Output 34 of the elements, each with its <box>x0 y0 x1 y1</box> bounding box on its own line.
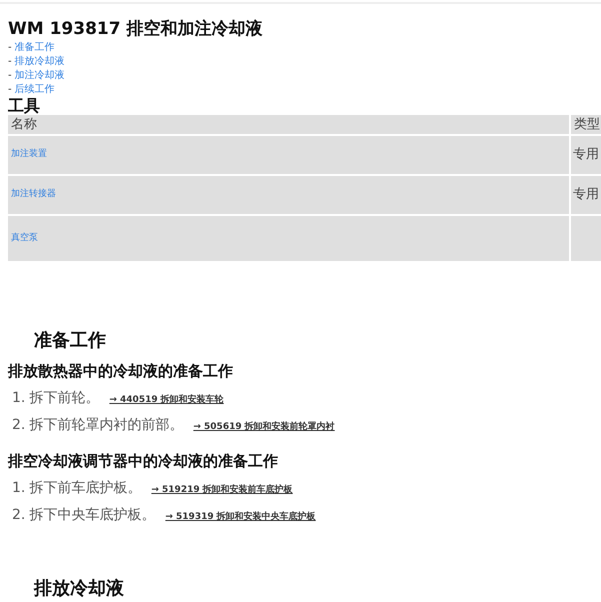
bullet-dash: - <box>8 41 12 55</box>
section-heading: 准备工作 <box>33 329 107 353</box>
tool-link[interactable]: 真空泵 <box>11 232 38 246</box>
tool-link[interactable]: 加注转接器 <box>11 188 56 202</box>
step-number: 2. <box>12 506 26 525</box>
table-cell: 专用 <box>571 176 601 214</box>
step-text: 拆下前轮罩内衬的前部。 <box>29 416 184 435</box>
step-text: 拆下前车底护板。 <box>29 479 142 498</box>
subsection-heading: 排空冷却液调节器中的冷却液的准备工作 <box>8 451 279 471</box>
bullet-dash: - <box>8 69 12 83</box>
section-heading: 工具 <box>8 97 41 115</box>
step-number: 1. <box>12 479 26 498</box>
step-number: 2. <box>12 416 26 435</box>
reference-link[interactable]: → 505619 拆卸和安装前轮罩内衬 <box>193 414 335 441</box>
bullet-dash: - <box>8 83 12 97</box>
toc-link[interactable]: 准备工作 <box>14 41 55 55</box>
page-title: WM 193817 排空和加注冷却液 <box>8 18 264 40</box>
bullet-dash: - <box>8 55 12 69</box>
toc-link[interactable]: 排放冷却液 <box>14 55 65 69</box>
step-text: 拆下前轮。 <box>29 389 100 408</box>
toc-link[interactable]: 后续工作 <box>14 83 55 97</box>
reference-link[interactable]: → 519319 拆卸和安装中央车底护板 <box>165 504 316 531</box>
step-text: 拆下中央车底护板。 <box>29 506 156 525</box>
subsection-heading: 排放散热器中的冷却液的准备工作 <box>8 361 234 381</box>
section-heading: 排放冷却液 <box>32 577 125 601</box>
step-number: 1. <box>12 389 26 408</box>
reference-link[interactable]: → 440519 拆卸和安装车轮 <box>109 387 224 414</box>
column-header: 类型 <box>571 115 601 134</box>
table-cell: 专用 <box>571 136 601 174</box>
table-cell <box>571 216 601 261</box>
tool-link[interactable]: 加注装置 <box>11 148 47 162</box>
reference-link[interactable]: → 519219 拆卸和安装前车底护板 <box>151 477 293 504</box>
toc-link[interactable]: 加注冷却液 <box>14 69 65 83</box>
column-header: 名称 <box>8 115 569 134</box>
